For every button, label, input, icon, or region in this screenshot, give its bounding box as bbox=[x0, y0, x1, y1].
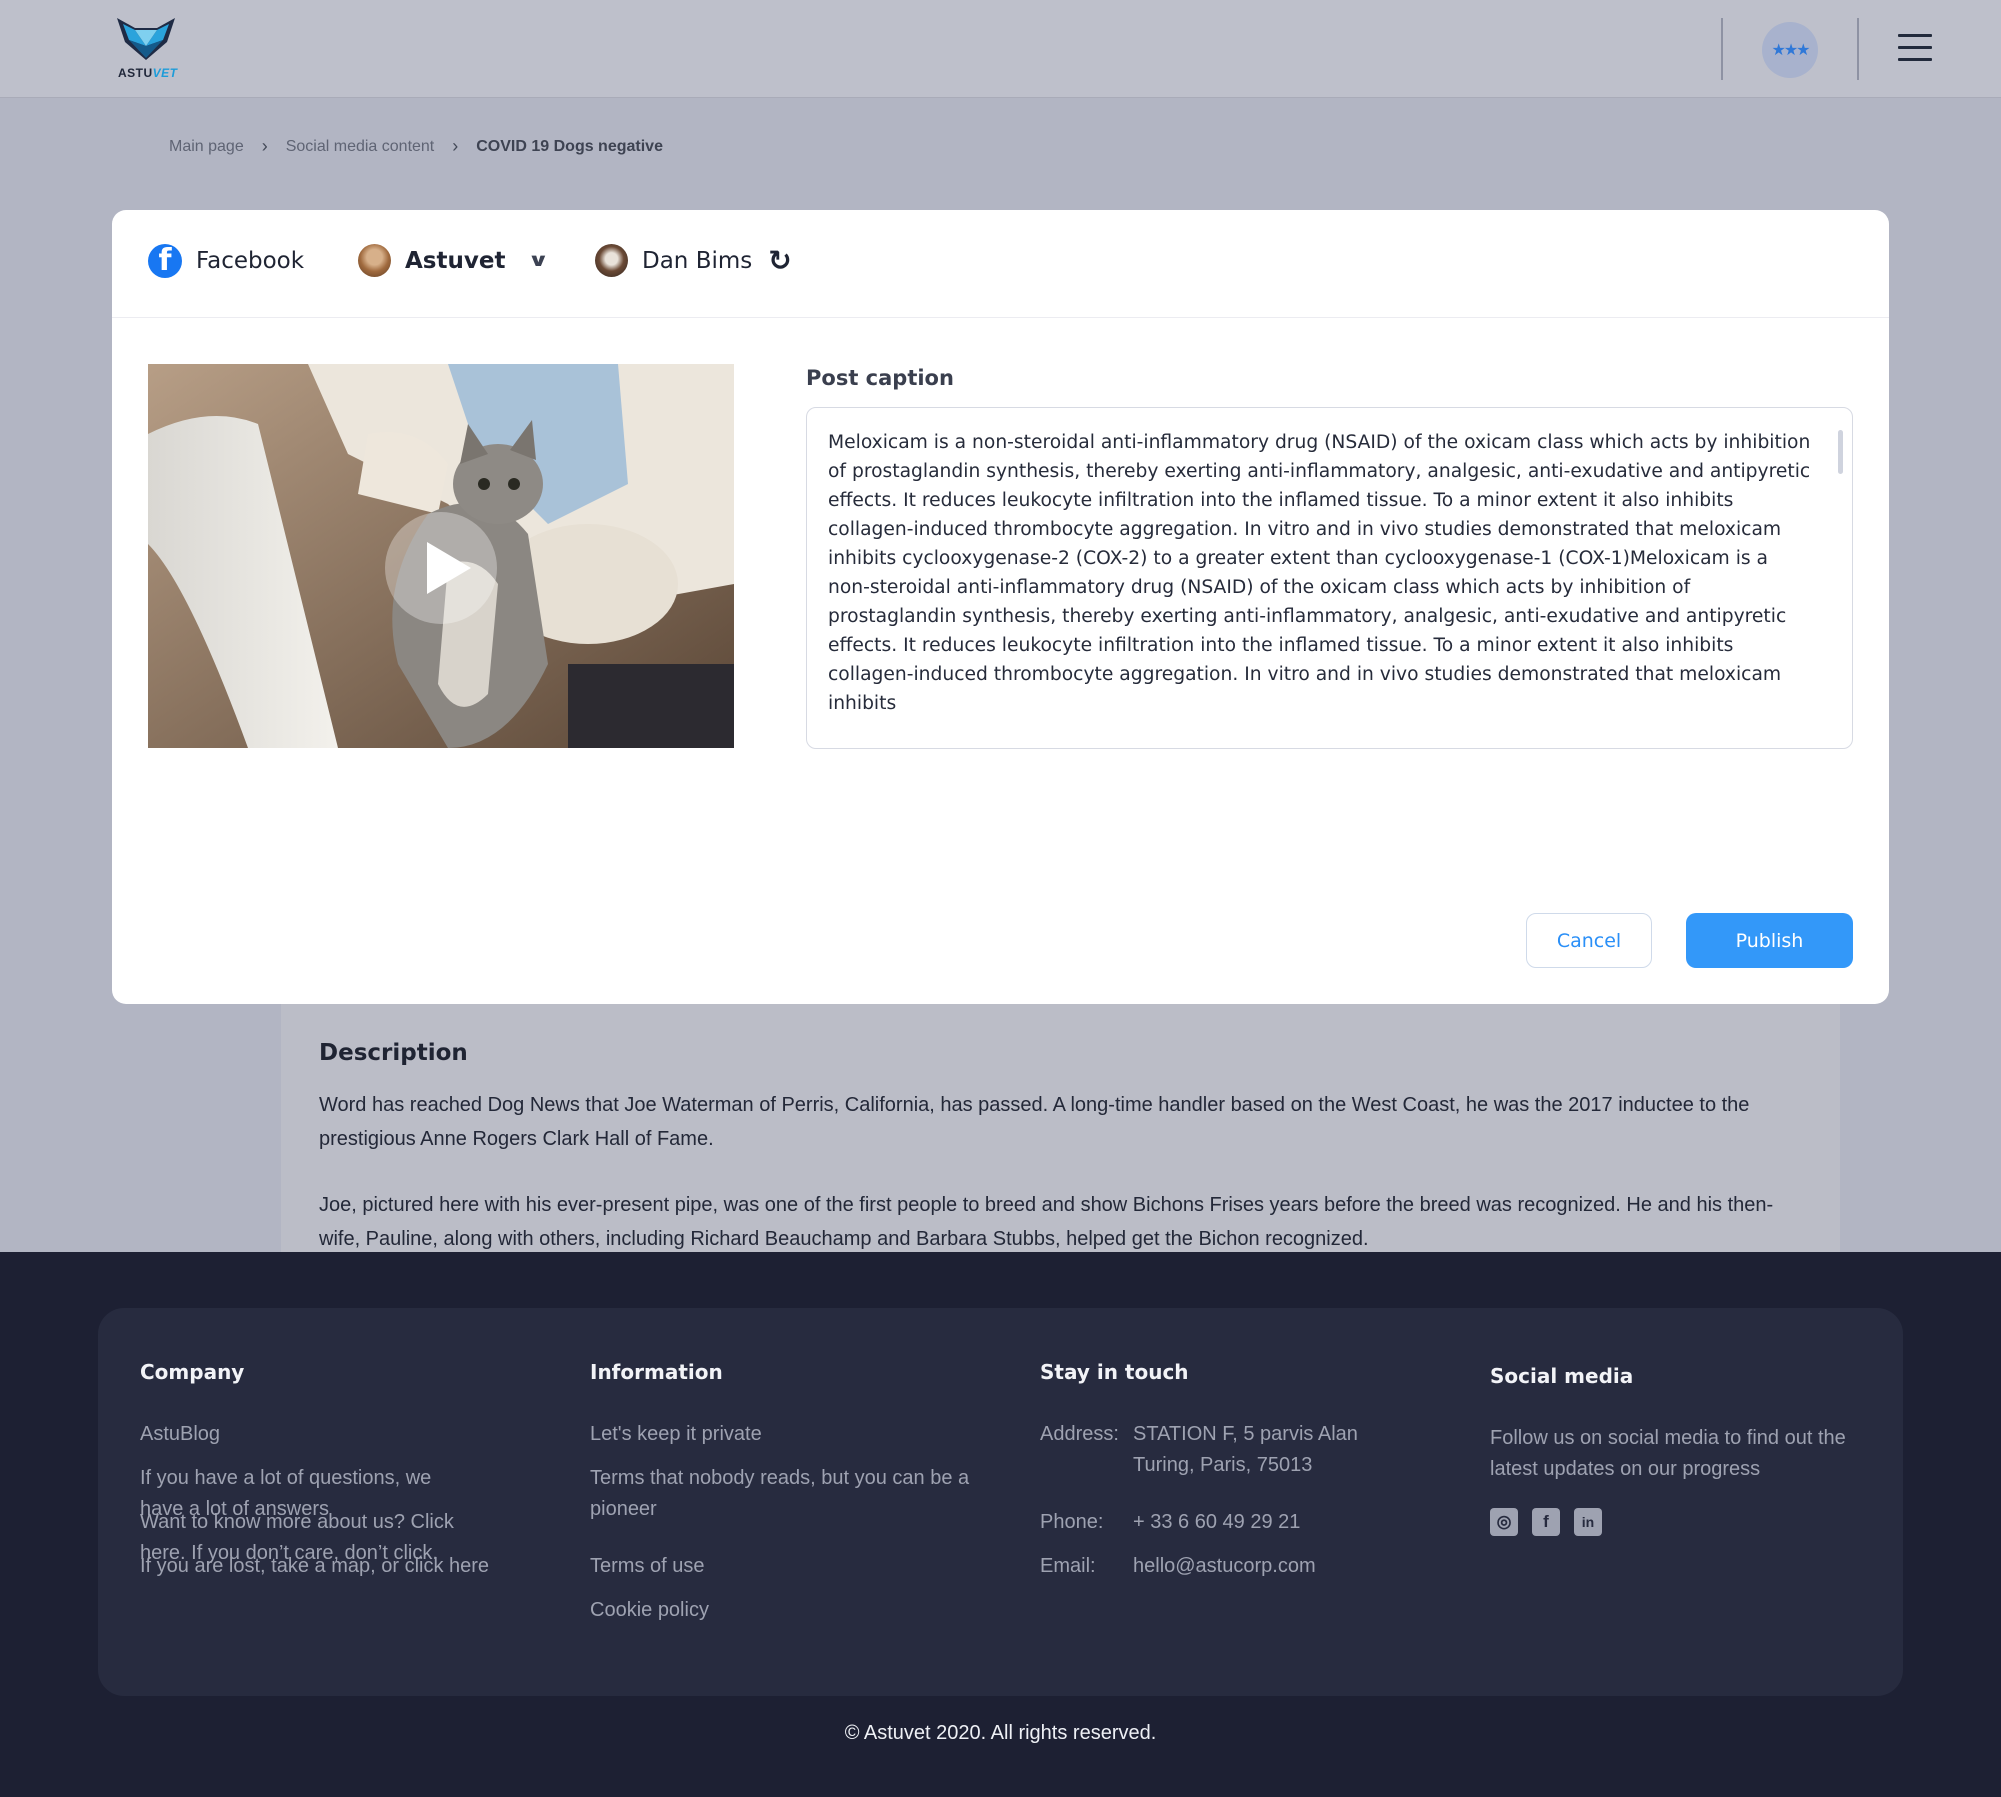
page-account-dropdown[interactable]: Astuvet ∨ bbox=[358, 244, 550, 277]
footer-card: Company AstuBlog If you have a lot of qu… bbox=[98, 1308, 1903, 1696]
account-selector-bar: f Facebook Astuvet ∨ Dan Bims ↻ bbox=[112, 210, 1889, 318]
publish-post-modal: f Facebook Astuvet ∨ Dan Bims ↻ Post cap… bbox=[112, 210, 1889, 1004]
phone-value[interactable]: + 33 6 60 49 29 21 bbox=[1133, 1507, 1300, 1538]
linkedin-icon[interactable]: in bbox=[1574, 1508, 1602, 1536]
logo-text: ASTUVET bbox=[118, 66, 178, 80]
top-header: ASTUVET ★★★ bbox=[0, 0, 2001, 98]
footer-heading: Company bbox=[140, 1360, 245, 1384]
email-value[interactable]: hello@astucorp.com bbox=[1133, 1551, 1316, 1582]
header-divider bbox=[1721, 18, 1723, 80]
breadcrumb-link-main-page[interactable]: Main page bbox=[169, 138, 244, 156]
facebook-icon[interactable]: f bbox=[1532, 1508, 1560, 1536]
copyright-icon: © bbox=[844, 1722, 860, 1744]
breadcrumb: Main page › Social media content › COVID… bbox=[169, 136, 663, 157]
instagram-icon[interactable]: ◎ bbox=[1490, 1508, 1518, 1536]
social-text: Follow us on social media to find out th… bbox=[1490, 1427, 1846, 1480]
footer-link[interactable]: If you are lost, take a map, or click he… bbox=[140, 1551, 489, 1582]
page-footer: Company AstuBlog If you have a lot of qu… bbox=[0, 1252, 2001, 1797]
address-value: STATION F, 5 parvis Alan Turing, Paris, … bbox=[1133, 1423, 1358, 1476]
refresh-icon[interactable]: ↻ bbox=[768, 244, 791, 277]
video-thumbnail[interactable] bbox=[148, 364, 734, 748]
caption-text: Meloxicam is a non-steroidal anti-inflam… bbox=[828, 432, 1811, 714]
description-section: Description Word has reached Dog News th… bbox=[281, 1000, 1840, 1252]
publish-button[interactable]: Publish bbox=[1686, 913, 1853, 968]
footer-link[interactable]: Let's keep it private bbox=[590, 1419, 762, 1450]
footer-link[interactable]: Terms that nobody reads, but you can be … bbox=[590, 1463, 970, 1525]
description-paragraph: Joe, pictured here with his ever-present… bbox=[319, 1194, 1774, 1250]
contact-email: Email: hello@astucorp.com bbox=[1040, 1551, 1316, 1582]
fox-logo-icon bbox=[117, 18, 175, 60]
footer-heading: Stay in touch bbox=[1040, 1360, 1189, 1384]
footer-link[interactable]: AstuBlog bbox=[140, 1419, 220, 1450]
address-label: Address: bbox=[1040, 1423, 1119, 1445]
facebook-icon: f bbox=[148, 244, 182, 278]
footer-link[interactable]: Cookie policy bbox=[590, 1595, 709, 1626]
copyright: © Astuvet 2020. All rights reserved. bbox=[0, 1722, 2001, 1745]
description-title: Description bbox=[319, 1040, 468, 1066]
chevron-down-icon: ∨ bbox=[527, 250, 550, 271]
email-label: Email: bbox=[1040, 1555, 1096, 1577]
footer-link[interactable]: Terms of use bbox=[590, 1551, 704, 1582]
caption-scrollbar[interactable] bbox=[1838, 430, 1843, 474]
hamburger-menu-icon[interactable] bbox=[1898, 34, 1932, 62]
footer-heading: Information bbox=[590, 1360, 723, 1384]
description-paragraph: Word has reached Dog News that Joe Water… bbox=[319, 1094, 1750, 1150]
contact-phone: Phone: + 33 6 60 49 29 21 bbox=[1040, 1507, 1300, 1538]
rating-badge[interactable]: ★★★ bbox=[1762, 22, 1818, 78]
caption-textarea[interactable]: Meloxicam is a non-steroidal anti-inflam… bbox=[806, 407, 1853, 749]
page-account-label: Astuvet bbox=[405, 247, 506, 274]
platform-chip[interactable]: f Facebook bbox=[148, 244, 304, 278]
header-divider bbox=[1857, 18, 1859, 80]
astuvet-logo[interactable]: ASTUVET bbox=[112, 16, 182, 82]
platform-label: Facebook bbox=[196, 248, 305, 274]
caption-label: Post caption bbox=[806, 366, 954, 390]
chevron-right-icon: › bbox=[452, 136, 459, 156]
contact-address: Address: STATION F, 5 parvis Alan Turing… bbox=[1040, 1419, 1373, 1481]
avatar bbox=[595, 244, 628, 277]
social-icons: ◎ f in bbox=[1490, 1508, 1602, 1536]
user-account-label: Dan Bims bbox=[642, 247, 753, 274]
user-account-chip: Dan Bims ↻ bbox=[595, 244, 792, 277]
copyright-text: Astuvet 2020. All rights reserved. bbox=[863, 1722, 1157, 1744]
footer-heading: Social media bbox=[1490, 1364, 1634, 1388]
play-icon[interactable] bbox=[385, 512, 497, 624]
chevron-right-icon: › bbox=[261, 136, 268, 156]
breadcrumb-link-social-media[interactable]: Social media content bbox=[286, 138, 435, 156]
breadcrumb-current: COVID 19 Dogs negative bbox=[476, 137, 663, 155]
avatar bbox=[358, 244, 391, 277]
phone-label: Phone: bbox=[1040, 1511, 1104, 1533]
cancel-button[interactable]: Cancel bbox=[1526, 913, 1652, 968]
